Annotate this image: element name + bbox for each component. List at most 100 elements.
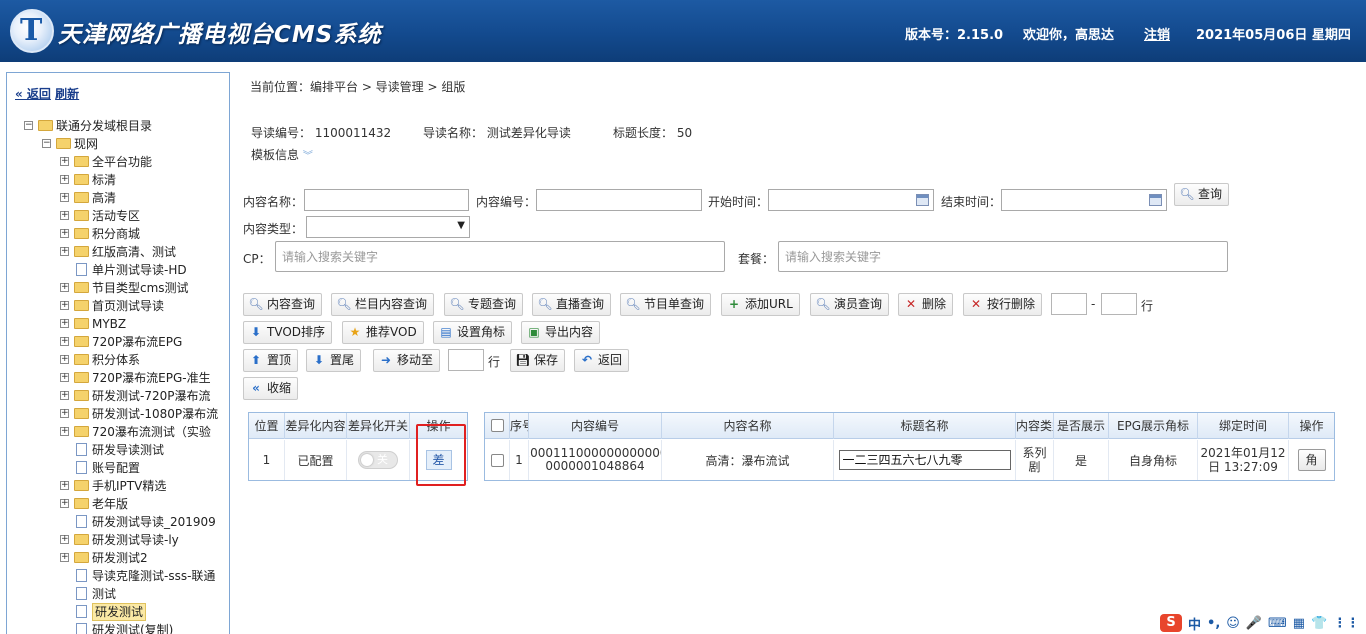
tree-node[interactable]: +720P瀑布流EPG	[7, 333, 229, 351]
expand-icon[interactable]: +	[60, 391, 69, 400]
tree-node[interactable]: + 研发测试导读-ly	[7, 531, 229, 549]
search-button[interactable]: 🔍︎ 查询	[1174, 183, 1230, 206]
end-time-input[interactable]	[1001, 189, 1167, 211]
keyboard-icon[interactable]: ⌨	[1268, 616, 1287, 631]
refresh-link[interactable]: 刷新	[55, 87, 79, 101]
expand-icon[interactable]: +	[60, 409, 69, 418]
select-all-checkbox[interactable]	[490, 419, 504, 432]
topic-query-button[interactable]: 🔍︎ 专题查询	[444, 293, 524, 316]
sogou-logo-icon[interactable]: S	[1160, 614, 1182, 632]
expand-icon[interactable]: +	[60, 337, 69, 346]
move-to-row-input[interactable]	[448, 349, 484, 371]
title-input[interactable]: 一二三四五六七八九零	[838, 450, 1011, 470]
save-button[interactable]: 💾︎ 保存	[510, 349, 566, 372]
microphone-icon[interactable]: 🎤	[1246, 616, 1262, 631]
tree-node[interactable]: − 现网	[7, 135, 229, 153]
content-query-button[interactable]: 🔍︎ 内容查询	[243, 293, 323, 316]
tvod-sort-button[interactable]: ⬇ TVOD排序	[243, 321, 333, 344]
tree-node[interactable]: + MYBZ	[7, 315, 229, 333]
tree-node[interactable]: − 联通分发域根目录	[7, 117, 229, 135]
delete-from-row-input[interactable]	[1051, 293, 1087, 315]
expand-icon[interactable]: +	[60, 355, 69, 364]
expand-icon[interactable]: +	[60, 427, 69, 436]
recommend-vod-button[interactable]: ★ 推荐VOD	[342, 321, 424, 344]
logout-link[interactable]: 注销	[1144, 24, 1170, 43]
start-time-input[interactable]	[768, 189, 934, 211]
tree-node[interactable]: +720P瀑布流EPG-准生	[7, 369, 229, 387]
tree-node[interactable]: 研发测试	[7, 603, 229, 621]
tree-node[interactable]: + 全平台功能	[7, 153, 229, 171]
tree-node[interactable]: + 积分体系	[7, 351, 229, 369]
expand-icon[interactable]: +	[60, 373, 69, 382]
package-search-input[interactable]: 请输入搜索关键字	[778, 241, 1228, 272]
tree-node[interactable]: + 研发测试2	[7, 549, 229, 567]
collapse-icon[interactable]: −	[42, 139, 51, 148]
expand-icon[interactable]: +	[60, 499, 69, 508]
live-query-button[interactable]: 🔍︎ 直播查询	[532, 293, 612, 316]
calendar-icon[interactable]	[916, 194, 929, 206]
calendar-icon[interactable]	[1149, 194, 1162, 206]
tree-node[interactable]: 账号配置	[7, 459, 229, 477]
tree-node[interactable]: 导读克隆测试-sss-联通	[7, 567, 229, 585]
expand-icon[interactable]: +	[60, 553, 69, 562]
expand-icon[interactable]: +	[60, 157, 69, 166]
content-name-input[interactable]	[304, 189, 469, 211]
delete-by-row-button[interactable]: ✕ 按行删除	[963, 293, 1043, 316]
skin-shirt-icon[interactable]: 👕	[1311, 616, 1327, 631]
chinese-mode-icon[interactable]: 中	[1188, 614, 1201, 633]
punctuation-icon[interactable]: •,	[1207, 616, 1220, 631]
delete-to-row-input[interactable]	[1101, 293, 1137, 315]
set-corner-button[interactable]: ▤ 设置角标	[433, 321, 513, 344]
tree-node[interactable]: + 高清	[7, 189, 229, 207]
corner-button[interactable]: 角	[1297, 449, 1326, 471]
collapse-button[interactable]: «收缩	[243, 377, 299, 400]
expand-icon[interactable]: +	[60, 229, 69, 238]
tree-node[interactable]: + 标清	[7, 171, 229, 189]
tree-node[interactable]: + 节目类型cms测试	[7, 279, 229, 297]
tree-node[interactable]: + 积分商城	[7, 225, 229, 243]
to-top-button[interactable]: ⬆ 置顶	[243, 349, 299, 372]
tree-node[interactable]: + 研发测试-1080P瀑布流	[7, 405, 229, 423]
collapse-icon[interactable]: −	[24, 121, 33, 130]
to-bottom-button[interactable]: ⬇ 置尾	[306, 349, 362, 372]
add-url-button[interactable]: + 添加URL	[721, 293, 800, 316]
back-button[interactable]: ↶ 返回	[574, 349, 630, 372]
tree-node[interactable]: + 研发测试-720P瀑布流	[7, 387, 229, 405]
column-query-button[interactable]: 🔍︎ 栏目内容查询	[331, 293, 435, 316]
tree-node[interactable]: 研发测试导读_201909	[7, 513, 229, 531]
export-content-button[interactable]: ▣ 导出内容	[521, 321, 601, 344]
tree-node[interactable]: + 活动专区	[7, 207, 229, 225]
tree-node[interactable]: 测试	[7, 585, 229, 603]
tree-node[interactable]: +720瀑布流测试（实验	[7, 423, 229, 441]
row-checkbox[interactable]	[490, 453, 504, 467]
diff-toggle[interactable]: 关	[358, 451, 398, 469]
expand-icon[interactable]: +	[60, 535, 69, 544]
toolbox-icon[interactable]: ▦	[1293, 616, 1305, 631]
tree-node[interactable]: 研发测试(复制)	[7, 621, 229, 634]
expand-icon[interactable]: +	[60, 211, 69, 220]
move-to-button[interactable]: ➜ 移动至	[373, 349, 441, 372]
expand-icon[interactable]: +	[60, 193, 69, 202]
program-query-button[interactable]: 🔍︎ 节目单查询	[620, 293, 712, 316]
tree-node[interactable]: + 手机IPTV精选	[7, 477, 229, 495]
tree-node[interactable]: + 红版高清、测试	[7, 243, 229, 261]
delete-button[interactable]: ✕ 删除	[898, 293, 954, 316]
tree-node[interactable]: 单片测试导读-HD	[7, 261, 229, 279]
expand-icon[interactable]: +	[60, 319, 69, 328]
cp-search-input[interactable]: 请输入搜索关键字	[275, 241, 725, 272]
tree-node[interactable]: + 老年版	[7, 495, 229, 513]
grid-menu-icon[interactable]: ⋮⋮	[1333, 616, 1359, 631]
back-link[interactable]: « 返回	[15, 87, 51, 101]
content-type-select[interactable]: ▼	[306, 216, 470, 238]
content-id-input[interactable]	[536, 189, 702, 211]
template-info-toggle[interactable]: 模板信息 ︾	[251, 146, 313, 163]
actor-query-button[interactable]: 🔍︎ 演员查询	[810, 293, 890, 316]
expand-icon[interactable]: +	[60, 301, 69, 310]
expand-icon[interactable]: +	[60, 175, 69, 184]
tree-node[interactable]: 研发导读测试	[7, 441, 229, 459]
expand-icon[interactable]: +	[60, 481, 69, 490]
emoji-icon[interactable]: ☺	[1226, 616, 1240, 631]
expand-icon[interactable]: +	[60, 283, 69, 292]
tree-node[interactable]: + 首页测试导读	[7, 297, 229, 315]
expand-icon[interactable]: +	[60, 247, 69, 256]
